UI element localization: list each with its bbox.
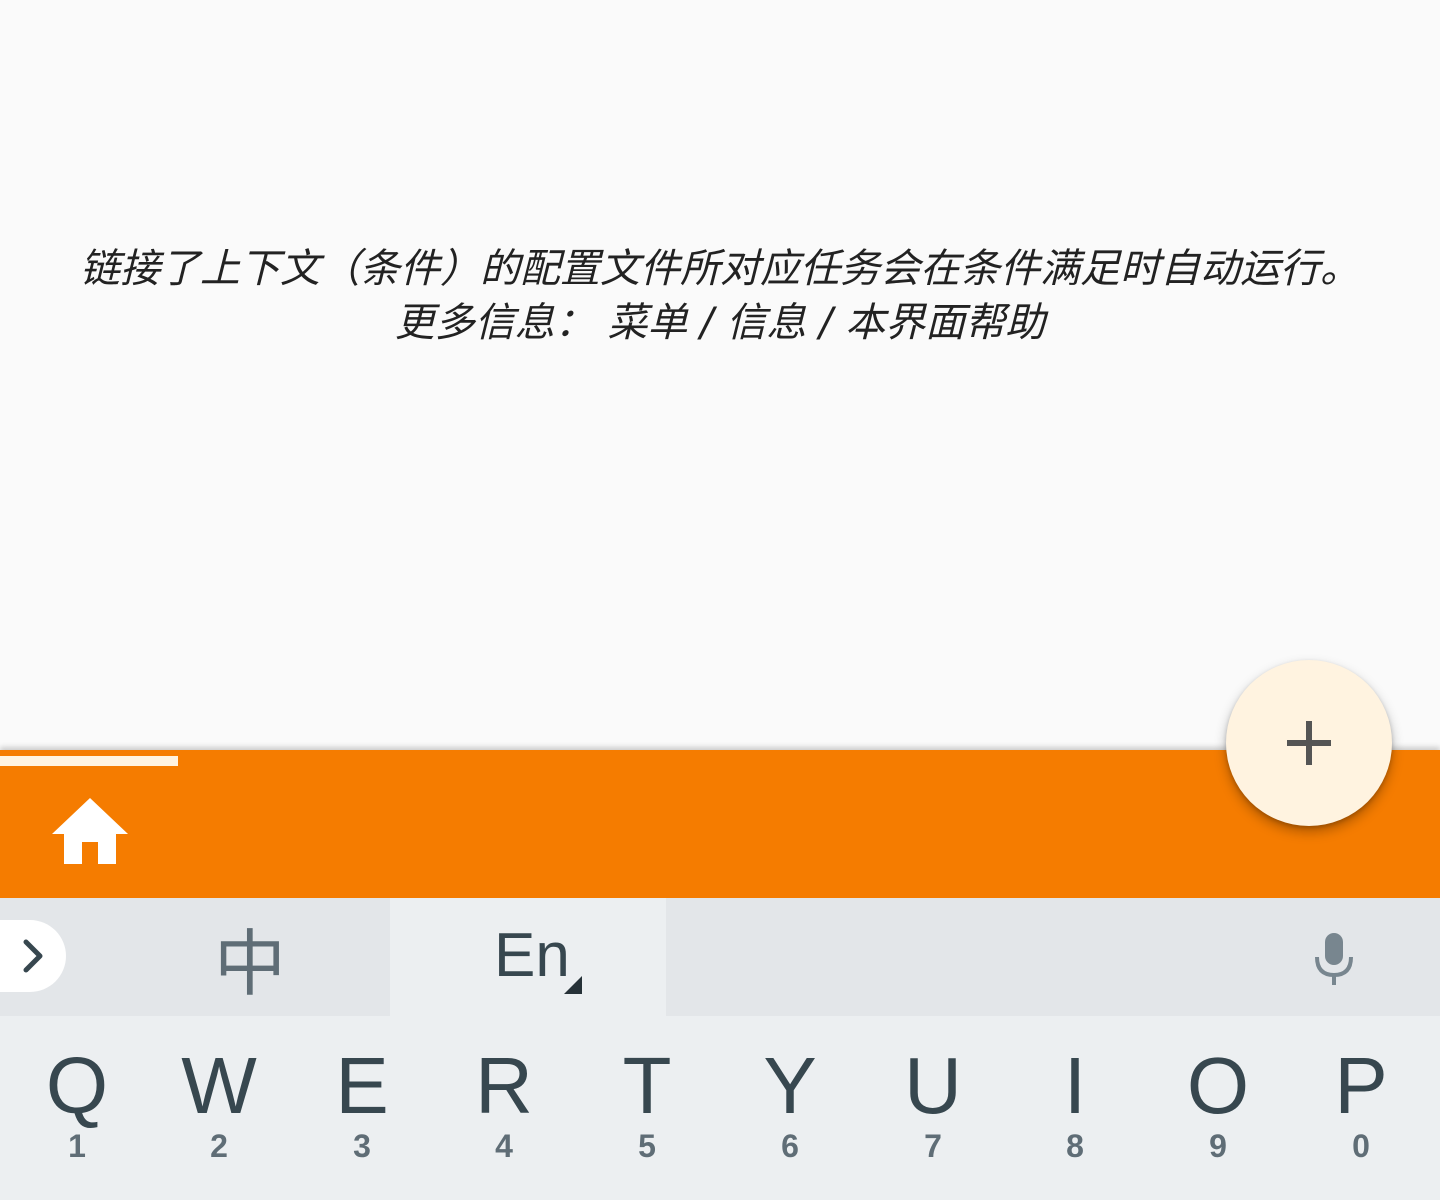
- key-number: 5: [638, 1128, 656, 1164]
- key-o[interactable]: O 9: [1147, 1016, 1289, 1200]
- home-button[interactable]: [48, 794, 132, 868]
- key-u[interactable]: U 7: [862, 1016, 1004, 1200]
- keyboard-toolbar-toggle[interactable]: [0, 920, 66, 992]
- key-i[interactable]: I 8: [1004, 1016, 1146, 1200]
- chevron-right-icon: [23, 939, 43, 973]
- microphone-icon: [1315, 933, 1353, 985]
- add-profile-fab[interactable]: [1226, 660, 1392, 826]
- keyboard-row-top: Q 1 W 2 E 3 R 4 T 5 Y 6 U 7 I 8 O 9 P 0: [6, 1016, 1434, 1200]
- empty-state-help-text: 链接了上下文（条件）的配置文件所对应任务会在条件满足时自动运行。 更多信息： 菜…: [0, 242, 1440, 350]
- tab-indicator: [0, 756, 178, 766]
- key-number: 7: [924, 1128, 942, 1164]
- key-letter: T: [622, 1041, 672, 1130]
- key-p[interactable]: P 0: [1290, 1016, 1432, 1200]
- key-w[interactable]: W 2: [148, 1016, 290, 1200]
- key-letter: P: [1334, 1041, 1388, 1130]
- on-screen-keyboard: 中 En Q 1 W 2 E 3 R 4 T 5 Y 6 U 7 I 8 O 9…: [0, 898, 1440, 1200]
- key-number: 6: [781, 1128, 799, 1164]
- key-letter: Q: [45, 1041, 109, 1130]
- english-input-label: En: [494, 921, 570, 990]
- corner-triangle-icon: [564, 976, 582, 994]
- key-letter: O: [1186, 1041, 1250, 1130]
- key-letter: E: [335, 1041, 389, 1130]
- help-text-line-2: 更多信息： 菜单 / 信息 / 本界面帮助: [394, 300, 1046, 346]
- key-r[interactable]: R 4: [433, 1016, 575, 1200]
- key-t[interactable]: T 5: [576, 1016, 718, 1200]
- key-number: 0: [1352, 1128, 1370, 1164]
- main-content: 链接了上下文（条件）的配置文件所对应任务会在条件满足时自动运行。 更多信息： 菜…: [0, 0, 1440, 750]
- key-number: 1: [68, 1128, 86, 1164]
- key-number: 2: [210, 1128, 228, 1164]
- bottom-app-bar: [0, 750, 1440, 898]
- plus-icon: [1287, 721, 1331, 765]
- key-number: 9: [1209, 1128, 1227, 1164]
- english-input-button[interactable]: En: [390, 898, 666, 1016]
- key-number: 3: [353, 1128, 371, 1164]
- key-number: 8: [1066, 1128, 1084, 1164]
- key-q[interactable]: Q 1: [6, 1016, 148, 1200]
- key-letter: I: [1063, 1041, 1087, 1130]
- voice-input-button[interactable]: [1304, 928, 1364, 990]
- key-number: 4: [495, 1128, 513, 1164]
- key-letter: U: [904, 1041, 962, 1130]
- key-y[interactable]: Y 6: [719, 1016, 861, 1200]
- home-icon: [52, 798, 128, 864]
- key-e[interactable]: E 3: [291, 1016, 433, 1200]
- chinese-input-button[interactable]: 中: [180, 898, 320, 1016]
- help-text-line-1: 链接了上下文（条件）的配置文件所对应任务会在条件满足时自动运行。: [80, 246, 1360, 292]
- keyboard-toolbar: 中 En: [0, 898, 1440, 1016]
- key-letter: R: [475, 1041, 533, 1130]
- key-letter: Y: [763, 1041, 817, 1130]
- key-letter: W: [181, 1041, 257, 1130]
